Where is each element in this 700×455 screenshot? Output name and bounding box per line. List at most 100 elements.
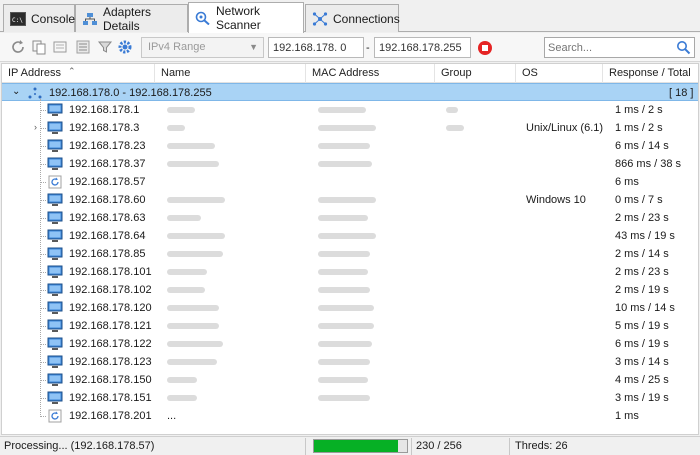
ip-address-cell: 192.168.178.3 xyxy=(69,122,140,134)
stop-scan-button[interactable] xyxy=(478,41,492,55)
table-row[interactable]: 192.168.178.63 2 ms / 23 s xyxy=(2,209,698,227)
search-box[interactable] xyxy=(544,37,695,58)
redacted-name xyxy=(167,107,195,113)
ip-address-cell: 192.168.178.151 xyxy=(69,392,152,404)
response-total-cell: 6 ms xyxy=(615,176,639,188)
response-total-cell: 2 ms / 23 s xyxy=(615,266,669,278)
redacted-mac-address xyxy=(318,305,374,311)
scanner-toolbar: IPv4 Range ▼ 192.168.178. 0 - 192.168.17… xyxy=(0,33,700,62)
tab-network-scanner[interactable]: Network Scanner xyxy=(188,2,304,33)
computer-icon xyxy=(47,337,63,351)
list-view-icon[interactable] xyxy=(75,39,91,55)
ip-address-cell: 192.168.178.201 xyxy=(69,410,152,422)
status-threads: Threds: 26 xyxy=(515,440,568,452)
redacted-name xyxy=(167,359,217,365)
column-header-ip-address[interactable]: IP Address ⌃ xyxy=(2,64,155,83)
response-total-cell: 10 ms / 14 s xyxy=(615,302,675,314)
response-total-cell: 43 ms / 19 s xyxy=(615,230,675,242)
collapse-chevron-icon[interactable]: ⌄ xyxy=(12,86,20,97)
computer-icon xyxy=(47,391,63,405)
filter-icon[interactable] xyxy=(97,39,113,55)
table-row[interactable]: 192.168.178.60 Windows 10 0 ms / 7 s xyxy=(2,191,698,209)
computer-icon xyxy=(47,247,63,261)
search-icon[interactable] xyxy=(676,40,691,55)
table-row[interactable]: 192.168.178.102 2 ms / 19 s xyxy=(2,281,698,299)
svg-text:C:\: C:\ xyxy=(12,17,23,24)
table-row[interactable]: 192.168.178.121 5 ms / 19 s xyxy=(2,317,698,335)
column-header-response-total[interactable]: Response / Total xyxy=(603,64,698,83)
table-row[interactable]: 192.168.178.85 2 ms / 14 s xyxy=(2,245,698,263)
refresh-icon[interactable] xyxy=(10,39,26,55)
refresh-icon xyxy=(47,409,63,423)
tab-console[interactable]: C:\ Console xyxy=(3,4,75,32)
column-header-name[interactable]: Name xyxy=(155,64,306,83)
search-input[interactable] xyxy=(545,38,673,57)
table-row[interactable]: 192.168.178.150 4 ms / 25 s xyxy=(2,371,698,389)
range-type-select[interactable]: IPv4 Range ▼ xyxy=(141,37,264,58)
response-total-cell: 3 ms / 14 s xyxy=(615,356,669,368)
column-header-os[interactable]: OS xyxy=(516,64,603,83)
table-row[interactable]: 192.168.178.151 3 ms / 19 s xyxy=(2,389,698,407)
table-row[interactable]: 192.168.178.122 6 ms / 19 s xyxy=(2,335,698,353)
redacted-group xyxy=(446,107,458,113)
export-icon[interactable] xyxy=(52,39,68,55)
table-row[interactable]: › 192.168.178.3 Unix/Linux (6.1) 1 ms / 2 s xyxy=(2,119,698,137)
ip-address-cell: 192.168.178.85 xyxy=(69,248,146,260)
chevron-down-icon: ▼ xyxy=(249,42,258,52)
connections-icon xyxy=(312,11,328,26)
redacted-mac-address xyxy=(318,395,370,401)
redacted-mac-address xyxy=(318,251,370,257)
name-cell: ... xyxy=(167,410,177,422)
expand-chevron-icon[interactable]: › xyxy=(34,122,37,132)
table-row[interactable]: 192.168.178.57 6 ms xyxy=(2,173,698,191)
console-icon: C:\ xyxy=(10,11,26,26)
ip-address-cell: 192.168.178.64 xyxy=(69,230,146,242)
tab-connections[interactable]: Connections xyxy=(305,4,400,32)
column-header-group[interactable]: Group xyxy=(435,64,516,83)
table-row[interactable]: 192.168.178.201... 1 ms xyxy=(2,407,698,425)
tab-network-scanner-label: Network Scanner xyxy=(216,4,261,32)
status-divider xyxy=(509,438,510,455)
tab-adapters-details[interactable]: Adapters Details xyxy=(75,4,188,33)
table-row[interactable]: 192.168.178.64 43 ms / 19 s xyxy=(2,227,698,245)
redacted-mac-address xyxy=(318,125,376,131)
redacted-mac-address xyxy=(318,161,372,167)
ip-address-cell: 192.168.178.120 xyxy=(69,302,152,314)
table-row[interactable]: 192.168.178.120 10 ms / 14 s xyxy=(2,299,698,317)
group-label: 192.168.178.0 - 192.168.178.255 xyxy=(49,87,212,99)
scan-progress-fill xyxy=(314,440,398,452)
redacted-mac-address xyxy=(318,233,376,239)
computer-icon xyxy=(47,355,63,369)
settings-gear-icon[interactable] xyxy=(117,39,133,55)
redacted-name xyxy=(167,305,219,311)
ip-address-cell: 192.168.178.57 xyxy=(69,176,146,188)
redacted-mac-address xyxy=(318,359,370,365)
response-total-cell: 0 ms / 7 s xyxy=(615,194,663,206)
table-row[interactable]: 192.168.178.123 3 ms / 14 s xyxy=(2,353,698,371)
table-row[interactable]: 192.168.178.101 2 ms / 23 s xyxy=(2,263,698,281)
redacted-group xyxy=(446,125,464,131)
column-label: Response / Total xyxy=(609,67,691,79)
end-ip-input[interactable]: 192.168.178.255 xyxy=(374,37,471,58)
table-row[interactable]: 192.168.178.23 6 ms / 14 s xyxy=(2,137,698,155)
column-header-mac-address[interactable]: MAC Address xyxy=(306,64,435,83)
group-row[interactable]: ⌄ 192.168.178.0 - 192.168.178.255 [ 18 ] xyxy=(2,83,698,101)
scan-results-table: IP Address ⌃ Name MAC Address Group OS R… xyxy=(1,63,699,435)
response-total-cell: 2 ms / 19 s xyxy=(615,284,669,296)
copy-icon[interactable] xyxy=(31,39,47,55)
refresh-icon xyxy=(47,175,63,189)
redacted-name xyxy=(167,125,185,131)
redacted-name xyxy=(167,233,225,239)
os-cell: Windows 10 xyxy=(526,194,586,206)
redacted-mac-address xyxy=(318,341,372,347)
redacted-mac-address xyxy=(318,107,366,113)
table-row[interactable]: 192.168.178.1 1 ms / 2 s xyxy=(2,101,698,119)
table-row[interactable]: 192.168.178.37 866 ms / 38 s xyxy=(2,155,698,173)
tree-line xyxy=(40,99,41,417)
computer-icon xyxy=(47,319,63,333)
computer-icon xyxy=(47,373,63,387)
computer-icon xyxy=(47,103,63,117)
start-ip-input[interactable]: 192.168.178. 0 xyxy=(268,37,364,58)
computer-icon xyxy=(47,157,63,171)
response-total-cell: 866 ms / 38 s xyxy=(615,158,682,170)
